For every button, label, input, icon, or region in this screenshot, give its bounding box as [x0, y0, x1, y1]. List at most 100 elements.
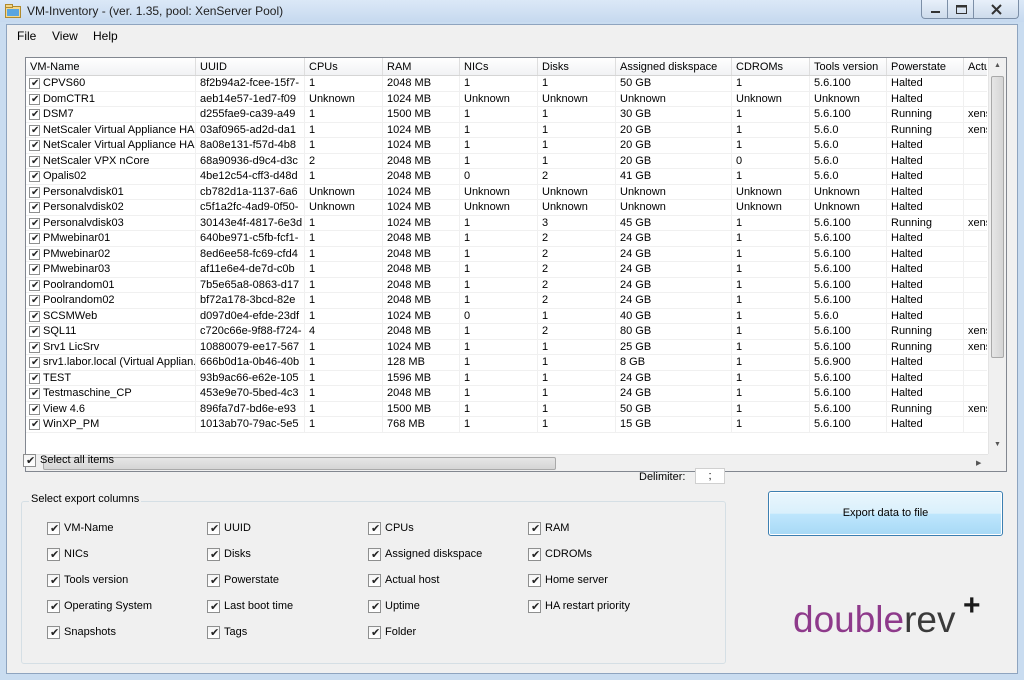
export-column-checkbox[interactable]: ✔	[47, 626, 60, 639]
table-row[interactable]: PMwebinar02 8ed6ee58-fc69-cfd4 1 2048 MB 1 2 2…	[26, 246, 987, 262]
cell-text: 1	[464, 77, 471, 89]
row-checkbox[interactable]: ✔	[29, 357, 40, 368]
vertical-scroll-thumb[interactable]	[991, 76, 1004, 358]
table-row[interactable]: PMwebinar01 640be971-c5fb-fcf1- 1 2048 MB 1 2…	[26, 231, 987, 247]
row-checkbox[interactable]: ✔	[29, 171, 40, 182]
export-column-checkbox[interactable]: ✔	[207, 600, 220, 613]
close-button[interactable]	[973, 0, 1019, 19]
menu-help[interactable]: Help	[93, 29, 118, 43]
row-checkbox[interactable]: ✔	[29, 403, 40, 415]
row-checkbox[interactable]: ✔	[29, 202, 40, 213]
export-column-checkbox[interactable]: ✔	[207, 626, 220, 639]
table-row[interactable]: View 4.6 896fa7d7-bd6e-e93 1 1500 MB 1 1 50 GB…	[26, 401, 987, 417]
export-column-checkbox[interactable]: ✔	[528, 600, 541, 613]
table-row[interactable]: srv1.labor.local (Virtual Applian... 666b…	[26, 355, 987, 371]
export-column-checkbox[interactable]: ✔	[207, 574, 220, 587]
cell-tools-version: Unknown	[810, 200, 887, 216]
row-checkbox[interactable]: ✔	[29, 78, 40, 89]
table-row[interactable]: Poolrandom02 bf72a178-3bcd-82e 1 2048 MB 1 2 2…	[26, 293, 987, 309]
row-checkbox[interactable]: ✔	[29, 295, 40, 306]
row-checkbox[interactable]: ✔	[29, 264, 40, 275]
column-header-nics[interactable]: NICs	[460, 58, 538, 75]
row-checkbox[interactable]: ✔	[29, 388, 40, 399]
menu-file[interactable]: File	[17, 29, 36, 43]
row-checkbox[interactable]: ✔	[29, 341, 40, 353]
row-checkbox[interactable]: ✔	[29, 155, 40, 167]
row-checkbox[interactable]: ✔	[29, 93, 40, 105]
column-header-powerstate[interactable]: Powerstate	[887, 58, 964, 75]
export-column-checkbox[interactable]: ✔	[528, 548, 541, 561]
export-column-checkbox[interactable]: ✔	[368, 626, 381, 639]
table-row[interactable]: TEST 93b9ac66-e62e-105 1 1596 MB 1 1 24 GB 1 5.6…	[26, 370, 987, 386]
column-header-ram[interactable]: RAM	[383, 58, 460, 75]
export-data-button[interactable]: Export data to file	[768, 491, 1003, 536]
column-header-assigned-diskspace[interactable]: Assigned diskspace	[616, 58, 732, 75]
table-row[interactable]: CPVS60 8f2b94a2-fcee-15f7- 1 2048 MB 1 1 50 GB…	[26, 76, 987, 92]
row-checkbox[interactable]: ✔	[29, 419, 40, 430]
table-row[interactable]: DSM7 d255fae9-ca39-a49 1 1500 MB 1 1 30 GB 1 5.6…	[26, 107, 987, 123]
cell-assigned-diskspace: 24 GB	[616, 277, 732, 293]
export-column-checkbox[interactable]: ✔	[368, 574, 381, 587]
column-header-actual-host[interactable]: Actu	[964, 58, 987, 75]
vertical-scrollbar[interactable]: ▲ ▼	[988, 58, 1006, 454]
column-header-disks[interactable]: Disks	[538, 58, 616, 75]
export-column-checkbox[interactable]: ✔	[368, 600, 381, 613]
scroll-up-icon[interactable]: ▲	[994, 62, 1001, 69]
table-row[interactable]: NetScaler Virtual Appliance HA1 03af0965-…	[26, 122, 987, 138]
column-header-uuid[interactable]: UUID	[196, 58, 305, 75]
table-row[interactable]: NetScaler Virtual Appliance HA2 8a08e131-…	[26, 138, 987, 154]
horizontal-scrollbar[interactable]: ◀ ▶	[26, 454, 988, 471]
export-column-checkbox[interactable]: ✔	[528, 574, 541, 587]
scroll-right-icon[interactable]: ▶	[976, 459, 981, 467]
table-row[interactable]: PMwebinar03 af11e6e4-de7d-c0b 1 2048 MB 1 2 24…	[26, 262, 987, 278]
row-checkbox[interactable]: ✔	[29, 248, 40, 260]
column-header-vm-name[interactable]: VM-Name	[26, 58, 196, 75]
cell-text: 5.6.100	[814, 108, 851, 120]
row-checkbox[interactable]: ✔	[29, 279, 40, 291]
table-row[interactable]: SQL11 c720c66e-9f88-f724- 4 2048 MB 1 2 80 GB 1…	[26, 324, 987, 340]
row-checkbox[interactable]: ✔	[29, 140, 40, 151]
row-checkbox[interactable]: ✔	[29, 186, 40, 198]
table-row[interactable]: DomCTR1 aeb14e57-1ed7-f09 Unknown 1024 MB Un…	[26, 91, 987, 107]
export-column-checkbox[interactable]: ✔	[47, 574, 60, 587]
table-row[interactable]: Testmaschine_CP 453e9e70-5bed-4c3 1 2048 MB…	[26, 386, 987, 402]
table-row[interactable]: Poolrandom01 7b5e65a8-0863-d17 1 2048 MB 1 2 2…	[26, 277, 987, 293]
export-column-checkbox[interactable]: ✔	[47, 600, 60, 613]
export-column-checkbox[interactable]: ✔	[207, 522, 220, 535]
row-checkbox[interactable]: ✔	[29, 109, 40, 120]
table-row[interactable]: WinXP_PM 1013ab70-79ac-5e5 1 768 MB 1 1 15 GB 1…	[26, 417, 987, 433]
table-row[interactable]: Personalvdisk02 c5f1a2fc-4ad9-0f50- Unknow…	[26, 200, 987, 216]
minimize-button[interactable]	[921, 0, 948, 19]
vm-grid[interactable]: VM-Name UUID CPUs RAM NICs Disks Assigned disk…	[25, 57, 1007, 472]
select-all-checkbox[interactable]: ✔	[23, 454, 36, 467]
export-column-checkbox[interactable]: ✔	[207, 548, 220, 561]
export-column-checkbox[interactable]: ✔	[47, 548, 60, 561]
export-column-checkbox[interactable]: ✔	[368, 522, 381, 535]
row-checkbox[interactable]: ✔	[29, 372, 40, 384]
menu-view[interactable]: View	[52, 29, 78, 43]
row-checkbox[interactable]: ✔	[29, 310, 40, 322]
row-checkbox[interactable]: ✔	[29, 124, 40, 136]
column-header-cdroms[interactable]: CDROMs	[732, 58, 810, 75]
table-row[interactable]: Personalvdisk03 30143e4f-4817-6e3d 1 1024 M…	[26, 215, 987, 231]
cell-cpus: 1	[305, 277, 383, 293]
row-checkbox[interactable]: ✔	[29, 326, 40, 337]
horizontal-scroll-thumb[interactable]	[43, 457, 556, 470]
row-checkbox[interactable]: ✔	[29, 233, 40, 244]
column-header-cpus[interactable]: CPUs	[305, 58, 383, 75]
cell-text: DomCTR1	[43, 92, 95, 105]
export-column-checkbox[interactable]: ✔	[368, 548, 381, 561]
table-row[interactable]: NetScaler VPX nCore 68a90936-d9c4-d3c 2 204…	[26, 153, 987, 169]
export-column-checkbox[interactable]: ✔	[528, 522, 541, 535]
table-row[interactable]: Personalvdisk01 cb782d1a-1137-6a6 Unknown 1…	[26, 184, 987, 200]
scroll-down-icon[interactable]: ▼	[994, 441, 1001, 448]
table-row[interactable]: SCSMWeb d097d0e4-efde-23df 1 1024 MB 0 1 40 GB…	[26, 308, 987, 324]
maximize-button[interactable]	[947, 0, 974, 19]
delimiter-input[interactable]: ;	[695, 468, 725, 484]
export-column-checkbox[interactable]: ✔	[47, 522, 60, 535]
column-header-tools-version[interactable]: Tools version	[810, 58, 887, 75]
table-row[interactable]: Srv1 LicSrv 10880079-ee17-567 1 1024 MB 1 1 25…	[26, 339, 987, 355]
row-checkbox[interactable]: ✔	[29, 217, 40, 229]
cell-tools-version: 5.6.100	[810, 76, 887, 92]
table-row[interactable]: Opalis02 4be12c54-cff3-d48d 1 2048 MB 0 2 41 G…	[26, 169, 987, 185]
